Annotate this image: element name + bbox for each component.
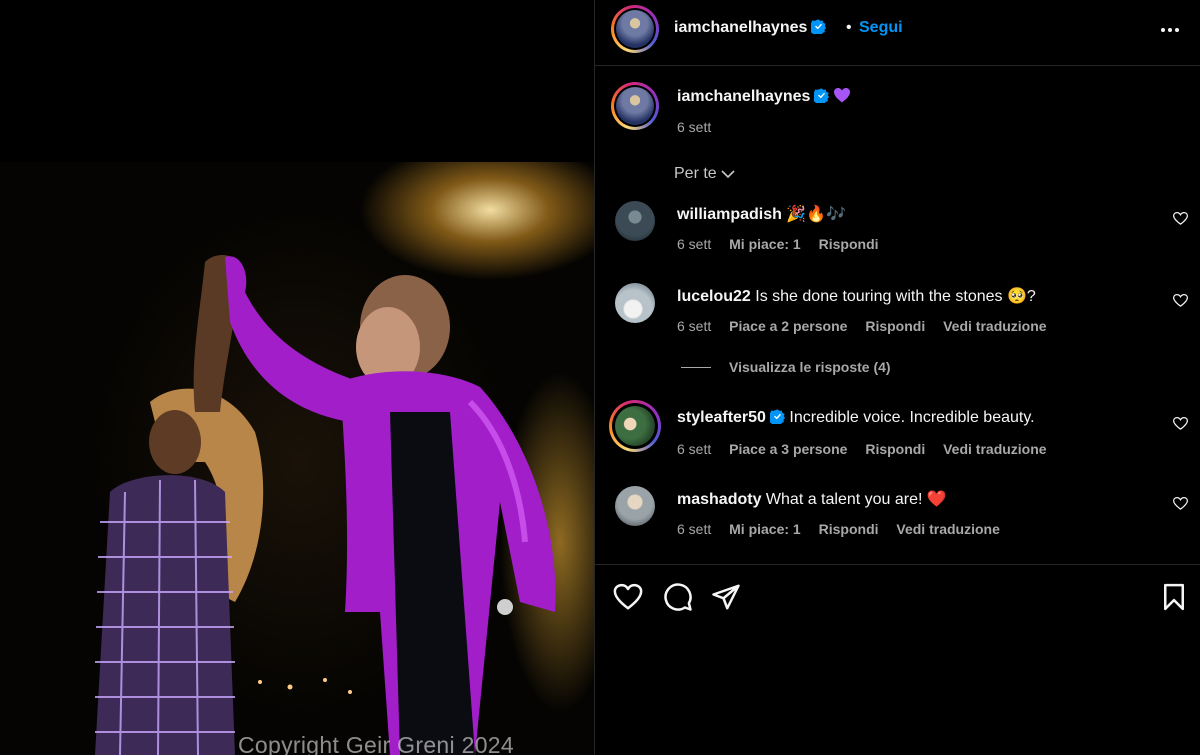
comment-text: What a talent you are! ❤️: [765, 491, 947, 508]
verified-icon: [811, 19, 827, 34]
comment-date: 6 sett: [677, 441, 712, 457]
purple-heart-icon: [834, 88, 851, 103]
comment-likes[interactable]: Mi piace: 1: [729, 236, 801, 252]
reply-button[interactable]: Rispondi: [819, 236, 879, 252]
caption-avatar[interactable]: [611, 82, 659, 130]
commenter-avatar[interactable]: [615, 283, 655, 323]
photo-watermark: Copyright Geir Greni 2024: [238, 732, 514, 755]
commenter-username[interactable]: williampadish: [677, 206, 782, 223]
comment-text: Is she done touring with the stones 🥺?: [755, 288, 1036, 305]
post-photo[interactable]: [0, 162, 594, 755]
post-actions-bar: [595, 580, 1200, 614]
concert-illustration: [95, 255, 556, 755]
share-icon[interactable]: [711, 582, 741, 612]
see-translation-button[interactable]: Vedi traduzione: [943, 441, 1046, 457]
replies-divider: [681, 367, 711, 368]
bookmark-icon[interactable]: [1159, 582, 1189, 612]
commenter-avatar[interactable]: [615, 486, 655, 526]
caption-date: 6 sett: [677, 119, 712, 135]
like-heart-icon[interactable]: [613, 582, 643, 612]
chevron-down-icon: [721, 170, 735, 179]
see-translation-button[interactable]: Vedi traduzione: [943, 318, 1046, 334]
comment-item: lucelou22 Is she done touring with the s…: [595, 283, 1200, 343]
comments-sort-dropdown[interactable]: Per te: [674, 165, 735, 183]
author-avatar[interactable]: [611, 5, 659, 53]
comment-item: williampadish 🎉🔥🎶 6 sett Mi piace: 1 Ris…: [595, 201, 1200, 261]
view-replies-label: Visualizza le risposte (4): [729, 359, 891, 375]
comment-date: 6 sett: [677, 236, 712, 252]
author-name-row: iamchanelhaynes: [674, 19, 827, 37]
comment-likes[interactable]: Piace a 3 persone: [729, 441, 847, 457]
comment-likes[interactable]: Mi piace: 1: [729, 521, 801, 537]
commenter-avatar[interactable]: [615, 201, 655, 241]
post-sidebar: iamchanelhaynes • Segui iamchanelhaynes …: [594, 0, 1200, 755]
comment-text: Incredible voice. Incredible beauty.: [789, 409, 1035, 426]
reply-button[interactable]: Rispondi: [819, 521, 879, 537]
commenter-username[interactable]: mashadoty: [677, 491, 761, 508]
comment-likes[interactable]: Piace a 2 persone: [729, 318, 847, 334]
separator-dot: •: [846, 19, 852, 36]
commenter-username[interactable]: styleafter50: [677, 409, 766, 426]
author-username[interactable]: iamchanelhaynes: [674, 19, 807, 36]
commenter-avatar[interactable]: [609, 400, 661, 452]
sort-label: Per te: [674, 165, 717, 182]
post-header: iamchanelhaynes • Segui: [595, 0, 1200, 66]
caption-row: iamchanelhaynes: [677, 88, 851, 106]
reply-button[interactable]: Rispondi: [865, 441, 925, 457]
more-options-icon[interactable]: [1158, 18, 1182, 42]
follow-button[interactable]: Segui: [859, 19, 903, 37]
verified-icon: [769, 409, 785, 424]
post-media[interactable]: Copyright Geir Greni 2024: [0, 0, 594, 755]
actions-divider: [595, 564, 1200, 565]
heart-icon[interactable]: [1173, 496, 1188, 511]
comment-text: 🎉🔥🎶: [786, 206, 847, 223]
heart-icon[interactable]: [1173, 293, 1188, 308]
comment-date: 6 sett: [677, 521, 712, 537]
commenter-username[interactable]: lucelou22: [677, 288, 751, 305]
see-translation-button[interactable]: Vedi traduzione: [896, 521, 999, 537]
comment-item: styleafter50 Incredible voice. Incredibl…: [595, 400, 1200, 466]
comment-item: mashadoty What a talent you are! ❤️ 6 se…: [595, 486, 1200, 546]
comment-date: 6 sett: [677, 318, 712, 334]
caption-username[interactable]: iamchanelhaynes: [677, 88, 810, 105]
reply-button[interactable]: Rispondi: [865, 318, 925, 334]
heart-icon[interactable]: [1173, 416, 1188, 431]
verified-icon: [814, 88, 830, 103]
comment-icon[interactable]: [663, 582, 693, 612]
heart-icon[interactable]: [1173, 211, 1188, 226]
view-replies-button[interactable]: Visualizza le risposte (4): [681, 359, 891, 375]
